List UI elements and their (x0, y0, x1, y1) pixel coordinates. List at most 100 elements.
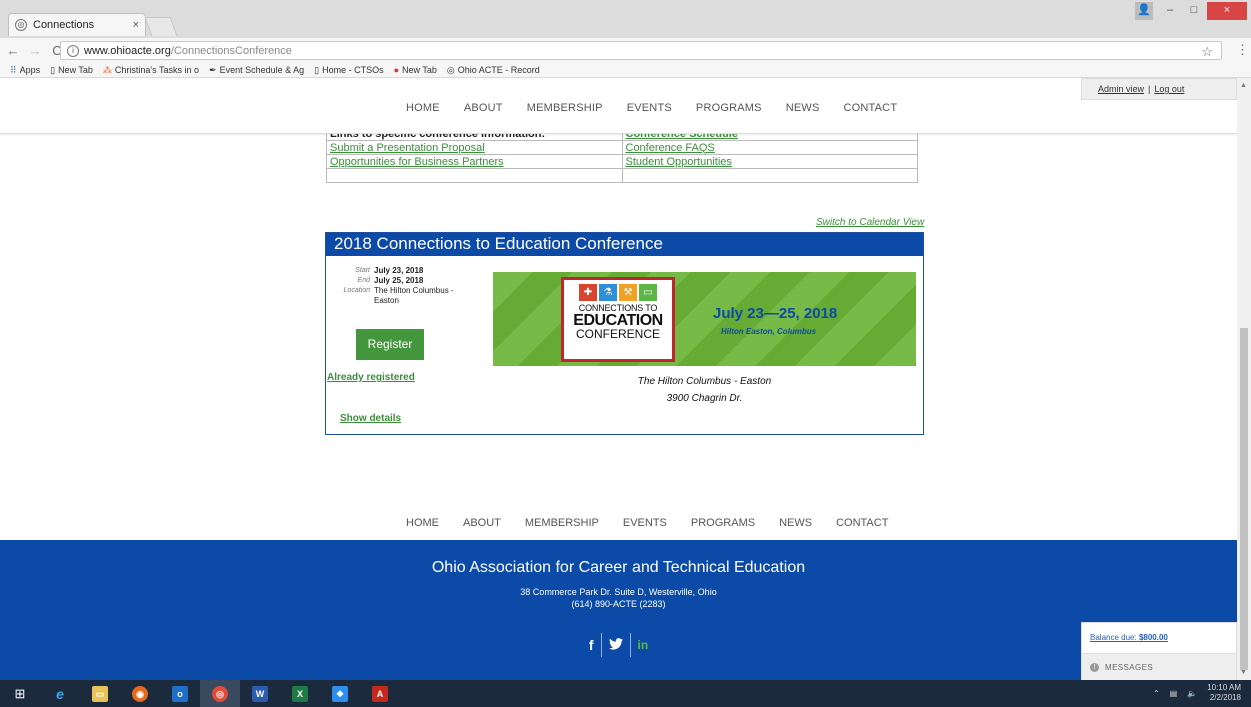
nav-membership[interactable]: MEMBERSHIP (527, 102, 603, 114)
footer-nav-home[interactable]: HOME (406, 517, 439, 529)
user-icon[interactable]: 👤 (1135, 2, 1153, 20)
footer-nav-events[interactable]: EVENTS (623, 517, 667, 529)
footer-nav-news[interactable]: NEWS (779, 517, 812, 529)
location-value: The Hilton Columbus - Easton (374, 286, 454, 305)
venue-name: The Hilton Columbus - Easton (637, 376, 772, 387)
clock-date: 2/2/2018 (1209, 693, 1241, 702)
submit-proposal-link[interactable]: Submit a Presentation Proposal (330, 142, 485, 154)
bookmark-new-tab-2[interactable]: ● New Tab (394, 65, 437, 75)
already-registered-link[interactable]: Already registered (327, 372, 415, 383)
system-tray: ⌃ ▤ 🔈 10:10 AM 2/2/2018 (1153, 683, 1241, 703)
nav-news[interactable]: NEWS (786, 102, 820, 114)
table-cell: Conference FAQS (621, 140, 918, 155)
switch-calendar-view-link[interactable]: Switch to Calendar View (816, 217, 924, 228)
event-title[interactable]: 2018 Connections to Education Conference (326, 233, 923, 256)
nav-contact[interactable]: CONTACT (844, 102, 898, 114)
taskbar-word[interactable]: W (240, 680, 280, 707)
log-out-link[interactable]: Log out (1154, 84, 1184, 94)
messages-tab[interactable]: ! MESSAGES (1082, 653, 1236, 680)
minimize-button[interactable]: – (1159, 2, 1181, 20)
volume-icon[interactable]: 🔈 (1187, 689, 1197, 698)
conference-links-table: Links to specific conference information… (326, 127, 918, 183)
register-button[interactable]: Register (356, 329, 424, 360)
table-cell (621, 168, 918, 183)
bookmark-new-tab[interactable]: ▯ New Tab (50, 65, 93, 76)
taskbar-acrobat[interactable]: A (360, 680, 400, 707)
back-icon[interactable]: ← (4, 43, 22, 58)
bookmark-event-schedule[interactable]: ✒ Event Schedule & Ag (209, 65, 304, 76)
bookmark-label: Christina's Tasks in o (114, 65, 200, 75)
globe-icon: ◎ (446, 64, 455, 75)
window-controls: 👤 – □ × (1135, 2, 1247, 20)
taskbar-dropbox[interactable]: ❖ (320, 680, 360, 707)
info-icon[interactable]: i (67, 44, 79, 57)
clock-time: 10:10 AM (1207, 683, 1241, 692)
windows-taskbar: ⊞ e ▭ ◉ o ◎ W X ❖ A ⌃ ▤ 🔈 10:10 AM 2/2/2… (0, 680, 1251, 707)
taskbar-ie[interactable]: e (40, 680, 80, 707)
tray-chevron-icon[interactable]: ⌃ (1153, 689, 1160, 698)
twitter-icon[interactable] (602, 637, 630, 653)
balance-amount: $800.00 (1138, 633, 1168, 642)
browser-tab[interactable]: ◎ Connections × (8, 13, 146, 36)
scroll-up-arrow-icon[interactable]: ▲ (1240, 82, 1247, 89)
close-tab-icon[interactable]: × (133, 19, 139, 31)
title-bar: ◎ Connections × 👤 – □ × (0, 0, 1251, 38)
conference-faqs-link[interactable]: Conference FAQS (626, 142, 715, 154)
footer-nav-membership[interactable]: MEMBERSHIP (525, 517, 599, 529)
page-scrollbar[interactable]: ▲ ▼ (1237, 78, 1251, 680)
bookmark-ctsos[interactable]: ▯ Home - CTSOs (314, 65, 383, 76)
page-viewport: HOME ABOUT MEMBERSHIP EVENTS PROGRAMS NE… (0, 78, 1237, 680)
business-partners-link[interactable]: Opportunities for Business Partners (330, 156, 504, 168)
table-cell: Student Opportunities (621, 154, 918, 169)
site-header: HOME ABOUT MEMBERSHIP EVENTS PROGRAMS NE… (0, 78, 1237, 134)
bookmark-apps[interactable]: ⠿ Apps (10, 65, 40, 76)
bookmark-star-icon[interactable]: ☆ (1201, 44, 1213, 60)
linkedin-icon[interactable]: in (631, 638, 656, 652)
taskbar-firefox[interactable]: ◉ (120, 680, 160, 707)
admin-separator: | (1148, 84, 1151, 94)
new-tab-button[interactable] (144, 17, 178, 36)
forward-icon[interactable]: → (26, 43, 44, 58)
clock[interactable]: 10:10 AM 2/2/2018 (1207, 683, 1241, 703)
internet-explorer-icon: e (56, 685, 64, 702)
footer-nav-programs[interactable]: PROGRAMS (691, 517, 755, 529)
messages-label: MESSAGES (1105, 662, 1154, 672)
nav-events[interactable]: EVENTS (627, 102, 672, 114)
nav-about[interactable]: ABOUT (464, 102, 503, 114)
admin-view-link[interactable]: Admin view (1098, 84, 1144, 94)
table-row: Submit a Presentation Proposal Conferenc… (326, 140, 918, 155)
student-opportunities-link[interactable]: Student Opportunities (626, 156, 732, 168)
social-links: f in (0, 633, 1237, 657)
word-icon: W (252, 685, 268, 702)
globe-icon: ◎ (15, 19, 27, 31)
taskbar-chrome[interactable]: ◎ (200, 680, 240, 707)
close-window-button[interactable]: × (1207, 2, 1247, 20)
bookmark-asana[interactable]: ⁂ Christina's Tasks in o (103, 65, 199, 76)
scroll-thumb[interactable] (1240, 328, 1248, 670)
address-bar[interactable]: i www.ohioacte.org/ConnectionsConference… (60, 41, 1222, 60)
org-name: Ohio Association for Career and Technica… (431, 559, 806, 576)
nav-programs[interactable]: PROGRAMS (696, 102, 762, 114)
facebook-icon[interactable]: f (582, 637, 601, 653)
scroll-down-arrow-icon[interactable]: ▼ (1240, 669, 1247, 676)
taskbar-outlook[interactable]: o (160, 680, 200, 707)
taskbar-excel[interactable]: X (280, 680, 320, 707)
red-circle-icon: ● (393, 65, 400, 75)
admin-bar: Admin view | Log out (1081, 78, 1237, 100)
bookmark-ohio-acte[interactable]: ◎ Ohio ACTE - Record (447, 65, 540, 76)
network-icon[interactable]: ▤ (1170, 689, 1178, 698)
windows-logo-icon: ⊞ (14, 685, 26, 701)
start-button[interactable]: ⊞ (0, 680, 40, 707)
url-path: /ConnectionsConference (170, 44, 292, 57)
show-details-link[interactable]: Show details (340, 413, 401, 424)
browser-menu-icon[interactable]: ⋮ (1236, 42, 1249, 58)
balance-due[interactable]: Balance due: $800.00 (1082, 623, 1236, 653)
balance-due-link[interactable]: Balance due: $800.00 (1090, 633, 1168, 642)
footer-nav-about[interactable]: ABOUT (463, 517, 501, 529)
taskbar-explorer[interactable]: ▭ (80, 680, 120, 707)
footer-nav-contact[interactable]: CONTACT (836, 517, 888, 529)
maximize-button[interactable]: □ (1183, 2, 1205, 20)
bookmark-label: Apps (19, 65, 41, 75)
end-label: End (357, 277, 370, 284)
nav-home[interactable]: HOME (406, 102, 440, 114)
